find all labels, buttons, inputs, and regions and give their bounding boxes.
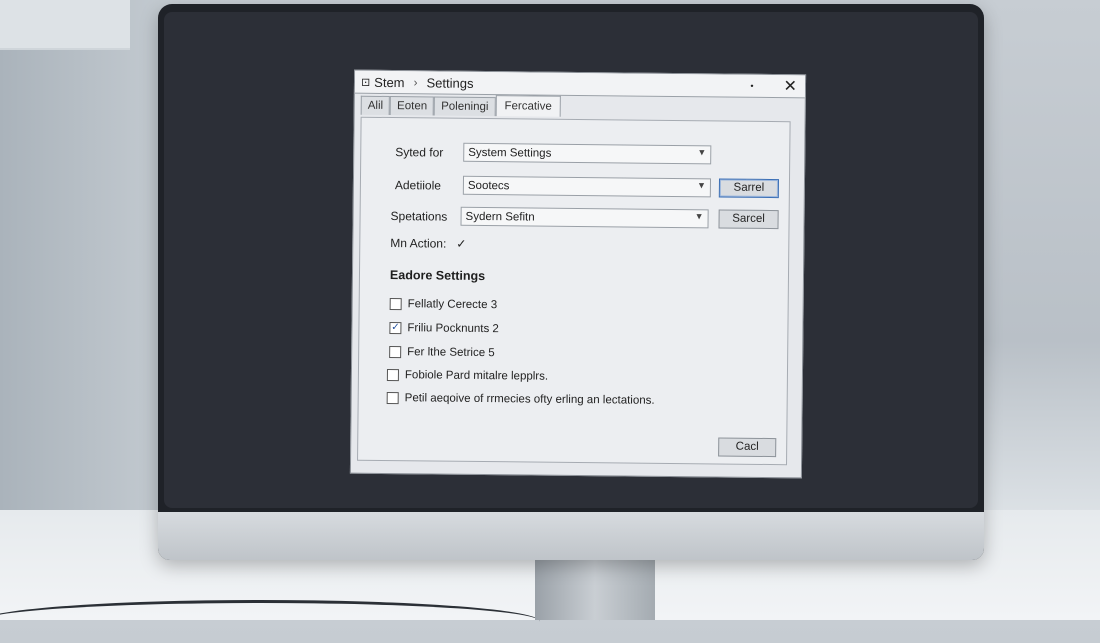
checkbox-row[interactable]: Fer lthe Setrice 5 [389, 346, 495, 359]
checkbox-label: Friliu Pocknunts 2 [407, 322, 499, 336]
sarrel-button[interactable]: Sarrel [718, 178, 780, 199]
monitor-stand [535, 560, 655, 620]
wall-picture-frame [0, 0, 130, 50]
tab-bar: Alil Eoten Poleningi Fercative [355, 94, 805, 120]
chevron-down-icon: ▼ [697, 147, 707, 158]
field-label: Syted for [395, 144, 444, 160]
checkbox-row[interactable]: ✓ Friliu Pocknunts 2 [389, 322, 499, 335]
breadcrumb-separator: › [413, 75, 418, 90]
cancel-button[interactable]: Cacl [718, 437, 777, 458]
checkmark-icon: ✓ [456, 236, 467, 251]
chevron-down-icon: ▼ [696, 180, 706, 191]
checkbox[interactable] [386, 392, 399, 405]
minimize-icon[interactable]: • [750, 81, 753, 91]
field-label: Spetations [390, 208, 448, 224]
form-row-spetations: Spetations Sydern Sefitn ▼ [390, 206, 709, 229]
section-heading: Eadore Settings [389, 268, 486, 284]
adetiiole-select[interactable]: Sootecs ▼ [462, 175, 712, 198]
monitor-chin [158, 512, 984, 560]
checkbox[interactable] [386, 369, 399, 382]
select-value: Sootecs [467, 179, 510, 192]
checkbox-label: Petil aeqoive of rrmecies ofty erling an… [404, 392, 655, 407]
tab-alil[interactable]: Alil [360, 95, 391, 116]
tab-eoten[interactable]: Eoten [389, 96, 435, 116]
monitor: ⊡ Stem › Settings • ✕ Alil Eoten Polenin… [158, 4, 984, 560]
form-row-adetiiole: Adetiiole Sootecs ▼ [394, 175, 712, 198]
form-row-syted: Syted for System Settings ▼ [395, 142, 712, 165]
checkbox-label: Fobiole Pard mitalre lepplrs. [404, 369, 549, 383]
title-breadcrumb-root: Stem [374, 74, 405, 90]
screen: ⊡ Stem › Settings • ✕ Alil Eoten Polenin… [164, 12, 978, 508]
action-row: Mn Action: ✓ [390, 236, 466, 251]
checkbox-label: Fer lthe Setrice 5 [407, 346, 495, 360]
checkbox-row[interactable]: Fellatly Cerecte 3 [389, 298, 498, 312]
cable [0, 600, 540, 643]
background-wall [0, 0, 170, 520]
select-value: Sydern Sefitn [465, 210, 535, 224]
close-icon[interactable]: ✕ [783, 76, 797, 96]
checkbox-row[interactable]: Fobiole Pard mitalre lepplrs. [386, 369, 549, 383]
app-icon: ⊡ [360, 76, 371, 89]
syted-for-select[interactable]: System Settings ▼ [463, 142, 712, 165]
checkbox[interactable] [389, 346, 402, 359]
tab-fercative[interactable]: Fercative [495, 95, 561, 117]
checkbox-checked[interactable]: ✓ [389, 322, 402, 335]
checkbox-row[interactable]: Petil aeqoive of rrmecies ofty erling an… [386, 392, 655, 407]
spetations-select[interactable]: Sydern Sefitn ▼ [460, 206, 709, 229]
select-value: System Settings [468, 146, 552, 160]
sarcel-button[interactable]: Sarcel [718, 209, 779, 230]
title-breadcrumb-current: Settings [426, 74, 474, 91]
settings-dialog: ⊡ Stem › Settings • ✕ Alil Eoten Polenin… [349, 69, 807, 479]
tab-panel: Syted for System Settings ▼ Adetiiole So… [357, 116, 791, 466]
field-label: Adetiiole [394, 177, 442, 193]
checkbox-label: Fellatly Cerecte 3 [407, 298, 498, 312]
checkbox[interactable] [389, 298, 402, 311]
action-label: Mn Action: [390, 236, 447, 251]
tab-poleningi[interactable]: Poleningi [434, 96, 496, 117]
chevron-down-icon: ▼ [694, 211, 704, 222]
